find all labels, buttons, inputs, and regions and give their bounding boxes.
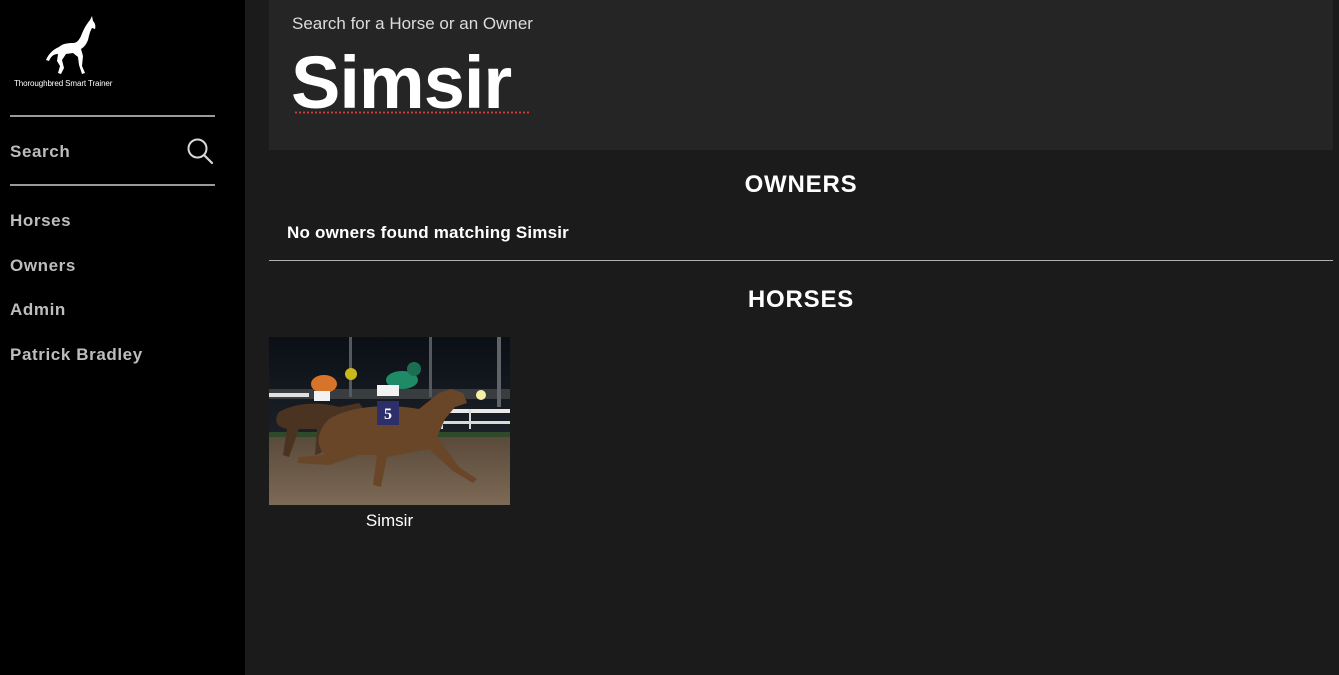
horse-photo[interactable]: 5 (269, 337, 510, 505)
spellcheck-underline (294, 111, 529, 114)
search-header: Search for a Horse or an Owner (269, 0, 1333, 150)
sidebar-item-horses[interactable]: Horses (10, 205, 143, 250)
horse-result-card[interactable]: 5 Simsir (269, 337, 510, 531)
sidebar: Thoroughbred Smart Trainer Search Horses… (0, 0, 245, 675)
logo-text: Thoroughbred Smart Trainer (14, 79, 113, 88)
sidebar-search[interactable]: Search (10, 130, 215, 172)
sidebar-item-admin[interactable]: Admin (10, 294, 143, 339)
logo[interactable]: Thoroughbred Smart Trainer (10, 16, 135, 96)
owners-empty-message: No owners found matching Simsir (287, 223, 570, 242)
owners-heading: OWNERS (744, 171, 858, 198)
search-subtitle: Search for a Horse or an Owner (292, 14, 533, 33)
sidebar-search-label: Search (10, 142, 71, 161)
horse-result-name[interactable]: Simsir (269, 511, 510, 531)
search-icon[interactable] (186, 137, 214, 165)
sidebar-divider (10, 115, 215, 117)
saddle-number: 5 (384, 406, 392, 423)
sidebar-nav: Horses Owners Admin Patrick Bradley (10, 205, 143, 383)
horses-heading: HORSES (747, 286, 855, 313)
sidebar-divider (10, 184, 215, 186)
sidebar-item-owners[interactable]: Owners (10, 250, 143, 295)
sidebar-item-user[interactable]: Patrick Bradley (10, 339, 143, 384)
section-divider (269, 260, 1333, 261)
horse-logo-icon (46, 16, 96, 74)
